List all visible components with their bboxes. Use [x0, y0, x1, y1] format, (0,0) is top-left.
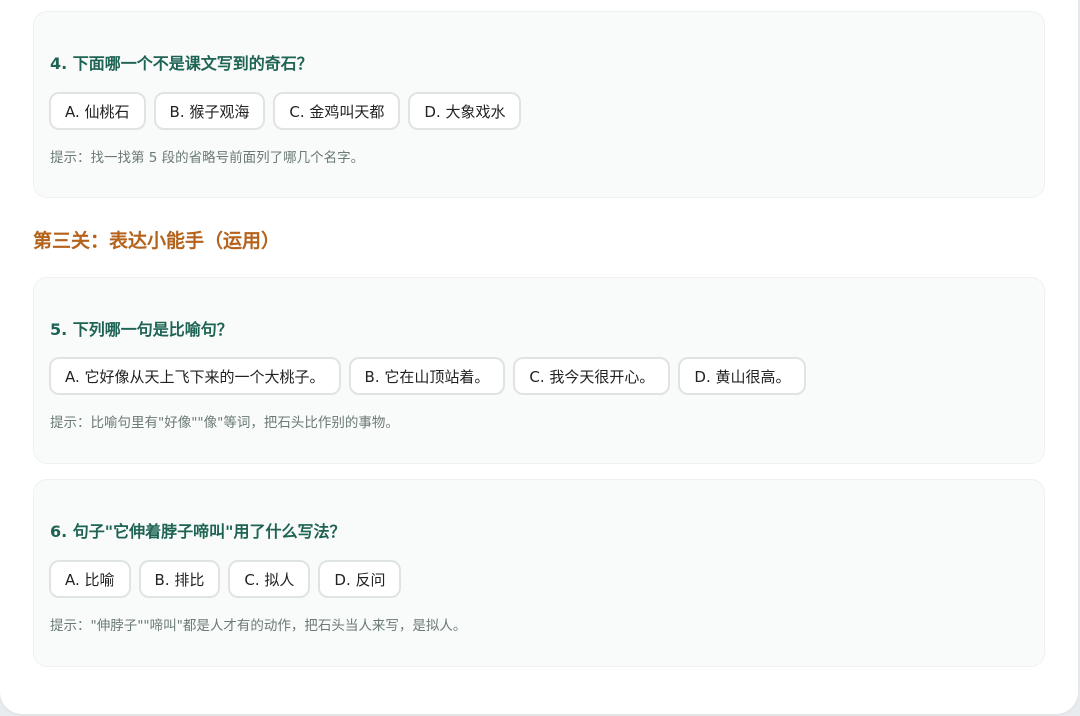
question-title: 6. 句子"它伸着脖子啼叫"用了什么写法？ [50, 522, 346, 541]
option-d-button[interactable]: D. 大象戏水 [408, 92, 522, 130]
question-card-5: 5. 下列哪一句是比喻句？ A. 它好像从天上飞下来的一个大桃子。 B. 它在山… [33, 277, 1045, 464]
question-hint: 提示：找一找第 5 段的省略号前面列了哪几个名字。 [50, 150, 365, 166]
option-c-button[interactable]: C. 我今天很开心。 [513, 357, 671, 395]
question-card-4: 4. 下面哪一个不是课文写到的奇石？ A. 仙桃石 B. 猴子观海 C. 金鸡叫… [33, 11, 1045, 198]
options-group: A. 比喻 B. 排比 C. 拟人 D. 反问 [49, 560, 402, 598]
option-a-button[interactable]: A. 仙桃石 [49, 92, 146, 130]
option-c-button[interactable]: C. 拟人 [228, 560, 311, 598]
option-a-button[interactable]: A. 它好像从天上飞下来的一个大桃子。 [49, 357, 341, 395]
question-title: 5. 下列哪一句是比喻句？ [50, 320, 233, 339]
option-a-button[interactable]: A. 比喻 [49, 560, 131, 598]
question-hint: 提示："伸脖子""啼叫"都是人才有的动作，把石头当人来写，是拟人。 [50, 618, 467, 634]
option-d-button[interactable]: D. 反问 [318, 560, 402, 598]
options-group: A. 仙桃石 B. 猴子观海 C. 金鸡叫天都 D. 大象戏水 [49, 92, 522, 130]
option-b-button[interactable]: B. 排比 [138, 560, 221, 598]
option-b-button[interactable]: B. 它在山顶站着。 [348, 357, 506, 395]
option-b-button[interactable]: B. 猴子观海 [153, 92, 266, 130]
question-hint: 提示：比喻句里有"好像""像"等词，把石头比作别的事物。 [50, 415, 399, 431]
option-c-button[interactable]: C. 金鸡叫天都 [273, 92, 401, 130]
section-title: 第三关：表达小能手（运用） [33, 230, 281, 252]
options-group: A. 它好像从天上飞下来的一个大桃子。 B. 它在山顶站着。 C. 我今天很开心… [49, 357, 807, 395]
question-title: 4. 下面哪一个不是课文写到的奇石？ [50, 54, 313, 73]
option-d-button[interactable]: D. 黄山很高。 [678, 357, 807, 395]
question-card-6: 6. 句子"它伸着脖子啼叫"用了什么写法？ A. 比喻 B. 排比 C. 拟人 … [33, 479, 1045, 667]
